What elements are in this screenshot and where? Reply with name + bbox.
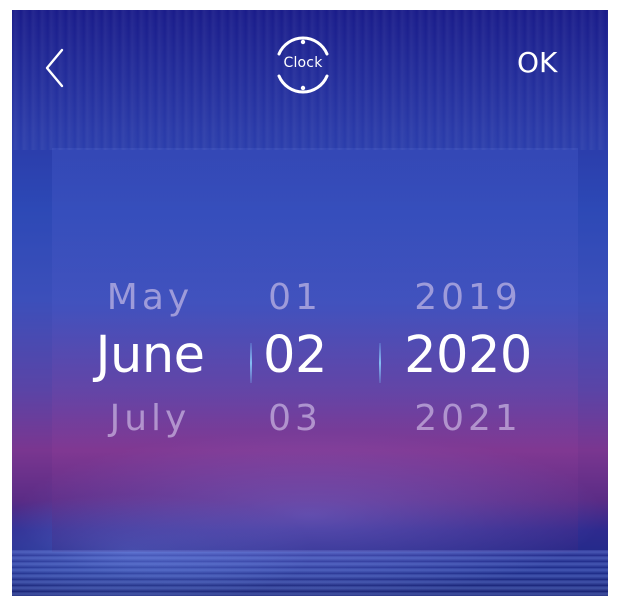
year-option-next[interactable]: 2021 bbox=[378, 398, 558, 439]
background-horizon bbox=[12, 550, 608, 596]
month-option-next[interactable]: July bbox=[60, 398, 240, 439]
day-option-previous[interactable]: 01 bbox=[240, 277, 350, 318]
year-option-selected[interactable]: 2020 bbox=[378, 326, 558, 385]
back-button[interactable] bbox=[42, 46, 68, 90]
month-option-selected[interactable]: June bbox=[60, 326, 240, 385]
year-option-previous[interactable]: 2019 bbox=[378, 277, 558, 318]
day-option-selected[interactable]: 02 bbox=[240, 326, 350, 385]
day-option-next[interactable]: 03 bbox=[240, 398, 350, 439]
month-option-previous[interactable]: May bbox=[60, 277, 240, 318]
clock-label: Clock bbox=[283, 55, 323, 71]
chevron-left-icon bbox=[45, 48, 64, 88]
clock-button[interactable]: Clock bbox=[266, 28, 340, 102]
ok-button[interactable]: OK bbox=[517, 46, 557, 80]
